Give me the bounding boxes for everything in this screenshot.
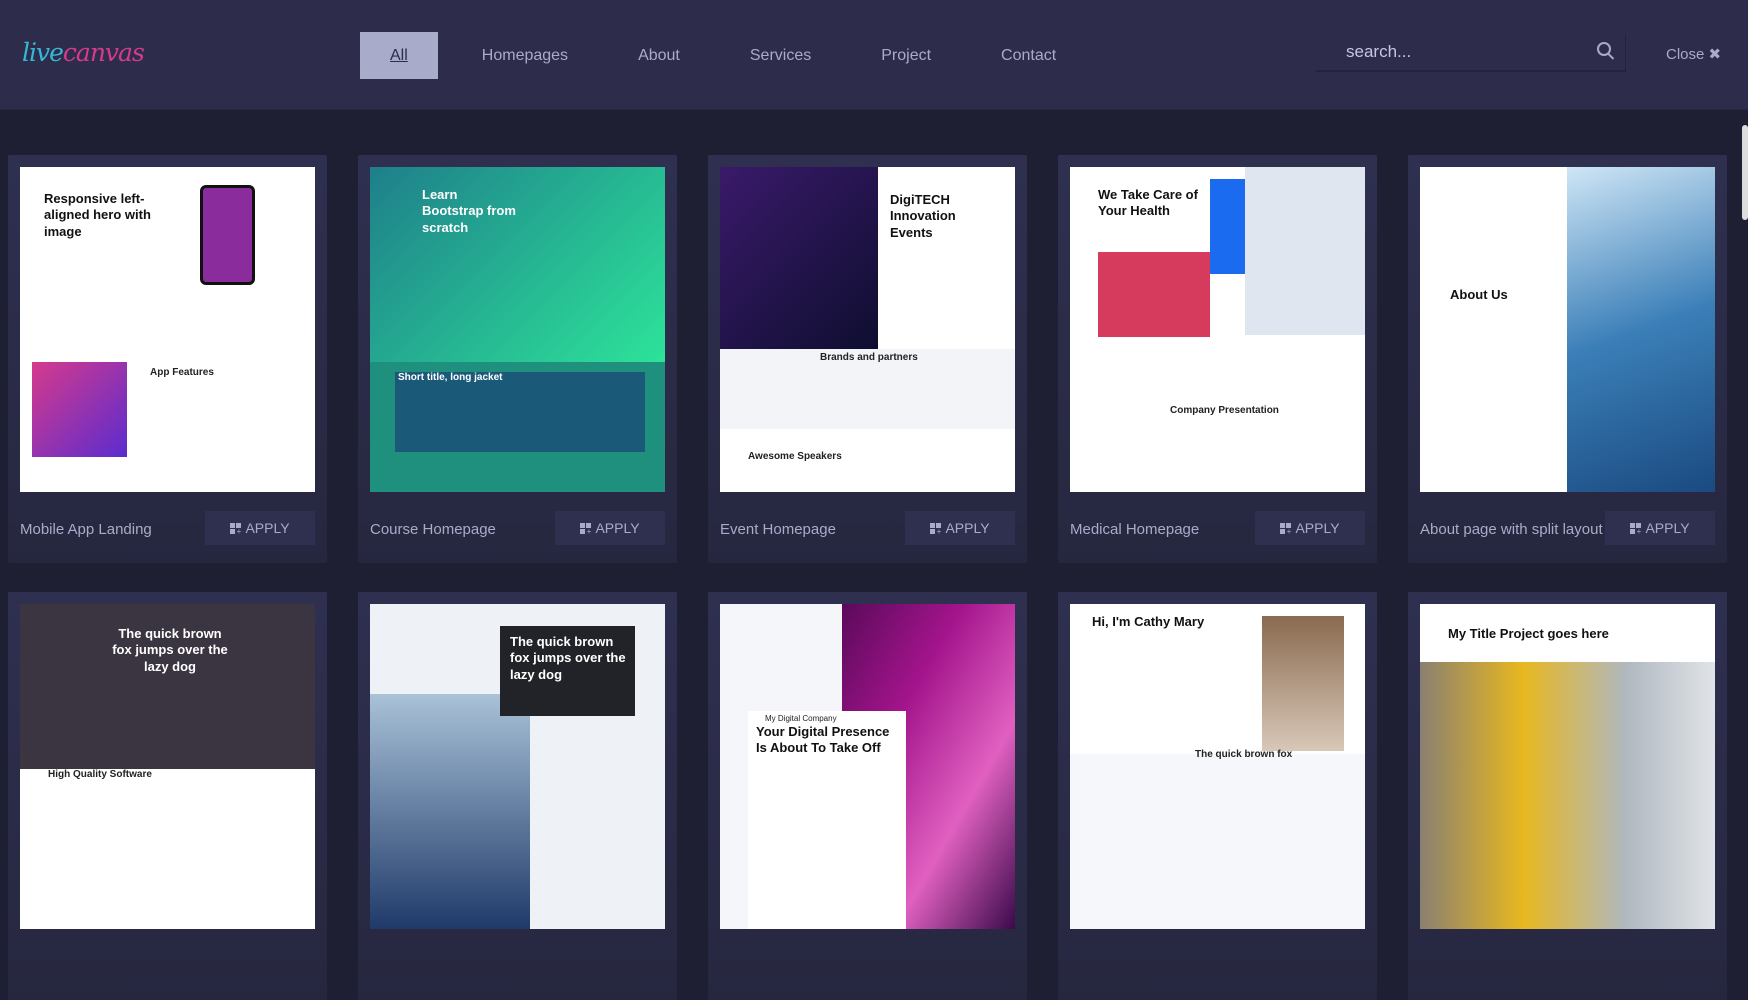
template-title: Medical Homepage — [1070, 521, 1200, 538]
template-title: Event Homepage — [720, 521, 836, 538]
apply-button[interactable]: + APPLY — [205, 511, 315, 545]
add-template-icon: + — [1630, 522, 1642, 535]
template-preview[interactable]: Learn Bootstrap from scratch Short title,… — [370, 167, 665, 492]
header: livecanvas All Homepages About Services … — [0, 0, 1748, 110]
template-card[interactable]: Your Digital Presence Is About To Take O… — [708, 592, 1027, 1000]
preview-subheading: App Features — [150, 367, 214, 378]
template-card[interactable]: Hi, I'm Cathy Mary The quick brown fox — [1058, 592, 1377, 1000]
nav-item-services[interactable]: Services — [721, 32, 840, 79]
scrollbar[interactable] — [1742, 125, 1748, 220]
preview-headline: DigiTECH Innovation Events — [890, 192, 956, 240]
preview-subheading: Short title, long jacket — [398, 372, 503, 383]
apply-button[interactable]: + APPLY — [1605, 511, 1715, 545]
template-preview[interactable]: About Us — [1420, 167, 1715, 492]
preview-subheading: My Digital Company — [765, 714, 837, 723]
apply-button[interactable]: + APPLY — [1255, 511, 1365, 545]
template-preview[interactable]: Hi, I'm Cathy Mary The quick brown fox — [1070, 604, 1365, 929]
preview-headline: We Take Care of Your Health — [1098, 187, 1198, 219]
template-preview[interactable]: Responsive left-aligned hero with image A… — [20, 167, 315, 492]
preview-subheading: The quick brown fox — [1195, 749, 1293, 760]
template-title: About page with split layout — [1420, 521, 1603, 538]
preview-headline: About Us — [1450, 287, 1508, 302]
search-box — [1316, 34, 1626, 72]
nav-item-homepages[interactable]: Homepages — [453, 32, 597, 79]
apply-button[interactable]: + APPLY — [905, 511, 1015, 545]
card-footer: Medical Homepage + APPLY — [1070, 511, 1365, 549]
preview-headline: Hi, I'm Cathy Mary — [1092, 614, 1205, 629]
template-card[interactable]: Learn Bootstrap from scratch Short title,… — [358, 155, 677, 563]
template-preview[interactable]: My Title Project goes here — [1420, 604, 1715, 929]
template-preview[interactable]: DigiTECH Innovation Events Brands and par… — [720, 167, 1015, 492]
template-preview[interactable]: The quick brown fox jumps over the lazy … — [370, 604, 665, 929]
template-card[interactable]: Responsive left-aligned hero with image A… — [8, 155, 327, 563]
preview-subheading: Brands and partners — [820, 352, 918, 363]
add-template-icon: + — [230, 522, 242, 535]
apply-button[interactable]: + APPLY — [555, 511, 665, 545]
card-footer: Mobile App Landing + APPLY — [20, 511, 315, 549]
nav-item-project[interactable]: Project — [852, 32, 960, 79]
template-card[interactable]: The quick brown fox jumps over the lazy … — [8, 592, 327, 1000]
template-card[interactable]: DigiTECH Innovation Events Brands and par… — [708, 155, 1027, 563]
template-card[interactable]: My Title Project goes here — [1408, 592, 1727, 1000]
search-icon[interactable] — [1597, 42, 1611, 56]
preview-headline: Your Digital Presence Is About To Take O… — [756, 724, 890, 756]
preview-subheading: Awesome Speakers — [748, 451, 842, 462]
card-footer: Event Homepage + APPLY — [720, 511, 1015, 549]
template-preview[interactable]: We Take Care of Your Health Company Prese… — [1070, 167, 1365, 492]
template-card[interactable]: About Us About page with split layout + APP… — [1408, 155, 1727, 563]
preview-subheading: High Quality Software — [48, 769, 152, 780]
add-template-icon: + — [1280, 522, 1292, 535]
search-input[interactable] — [1316, 34, 1576, 70]
template-card[interactable]: We Take Care of Your Health Company Prese… — [1058, 155, 1377, 563]
preview-headline: The quick brown fox jumps over the lazy … — [510, 634, 626, 682]
template-title: Mobile App Landing — [20, 521, 152, 538]
preview-headline: Learn Bootstrap from scratch — [422, 187, 516, 235]
template-preview[interactable]: The quick brown fox jumps over the lazy … — [20, 604, 315, 929]
template-card[interactable]: The quick brown fox jumps over the lazy … — [358, 592, 677, 1000]
nav-item-about[interactable]: About — [609, 32, 709, 79]
category-nav: All Homepages About Services Project Con… — [360, 32, 1097, 79]
preview-headline: The quick brown fox jumps over the lazy … — [112, 626, 228, 674]
nav-item-contact[interactable]: Contact — [972, 32, 1085, 79]
template-title: Course Homepage — [370, 521, 496, 538]
nav-item-all[interactable]: All — [360, 32, 438, 79]
logo[interactable]: livecanvas — [22, 38, 145, 67]
preview-headline: My Title Project goes here — [1448, 626, 1609, 641]
template-preview[interactable]: Your Digital Presence Is About To Take O… — [720, 604, 1015, 929]
preview-headline: Responsive left-aligned hero with image — [44, 191, 151, 239]
preview-subheading: Company Presentation — [1170, 405, 1279, 416]
card-footer: About page with split layout + APPLY — [1420, 511, 1715, 549]
card-footer: Course Homepage + APPLY — [370, 511, 665, 549]
add-template-icon: + — [930, 522, 942, 535]
close-button[interactable]: Close ✖ — [1666, 45, 1721, 63]
add-template-icon: + — [580, 522, 592, 535]
